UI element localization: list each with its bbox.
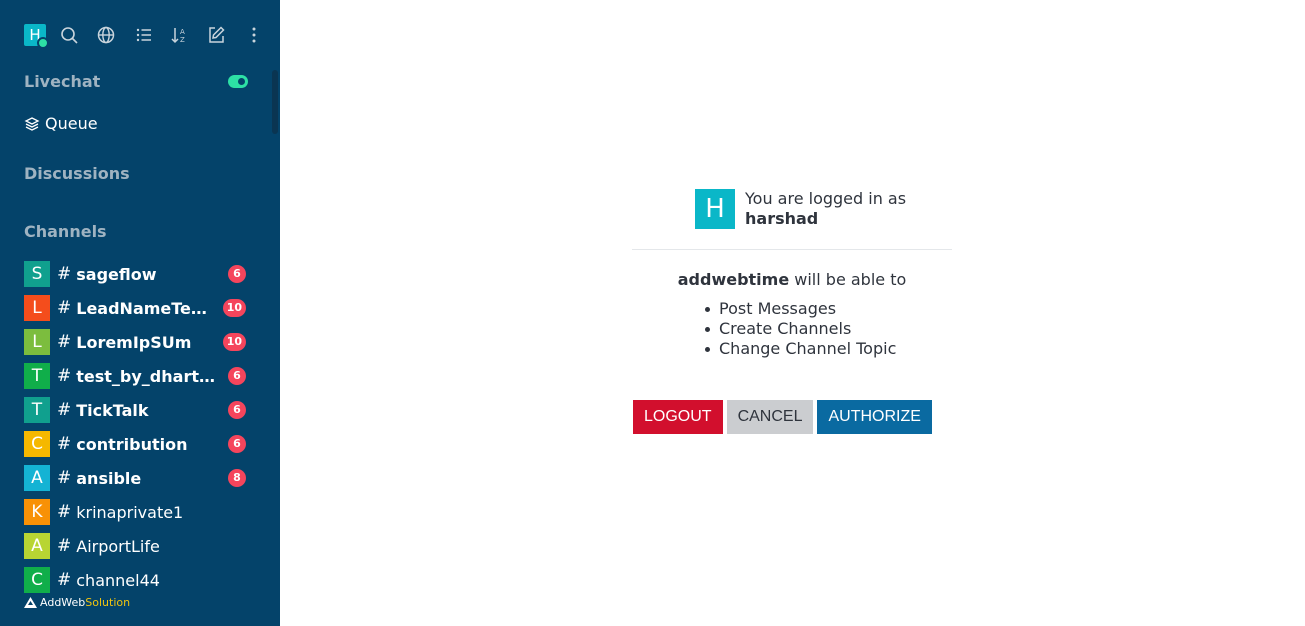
channel-hash-icon: # xyxy=(57,536,72,556)
logged-in-text: You are logged in as harshad xyxy=(745,189,906,229)
channel-name: LeadNameTest_1 xyxy=(76,298,217,318)
channel-item[interactable]: K # krinaprivate1 xyxy=(24,499,256,525)
search-icon[interactable] xyxy=(58,24,80,46)
channel-item[interactable]: A # AirportLife xyxy=(24,533,256,559)
livechat-title: Livechat xyxy=(24,72,101,91)
permission-item: Post Messages xyxy=(705,299,952,319)
channel-name: sageflow xyxy=(76,264,157,284)
divider xyxy=(632,249,952,250)
unread-badge: 6 xyxy=(228,265,246,283)
unread-badge: 10 xyxy=(222,299,246,317)
brand-main: AddWeb xyxy=(40,596,86,609)
channel-avatar: T xyxy=(24,363,50,389)
channel-avatar: L xyxy=(24,329,50,355)
unread-badge: 6 xyxy=(228,435,246,453)
permission-list: Post Messages Create Channels Change Cha… xyxy=(705,299,952,359)
create-new-icon[interactable] xyxy=(205,24,227,46)
channel-hash-icon: # xyxy=(57,400,72,420)
channel-name: LoremIpSUm xyxy=(76,332,192,352)
discussions-title[interactable]: Discussions xyxy=(24,164,130,183)
logged-in-username: harshad xyxy=(745,209,819,228)
logout-button[interactable]: LOGOUT xyxy=(633,400,723,434)
channel-hash-icon: # xyxy=(57,468,72,488)
channel-avatar: K xyxy=(24,499,50,525)
channel-hash-icon: # xyxy=(57,264,72,284)
channel-hash-icon: # xyxy=(57,332,72,352)
unread-badge: 6 xyxy=(228,401,246,419)
logged-in-label: You are logged in as xyxy=(745,189,907,208)
logged-in-avatar: H xyxy=(695,189,735,229)
channel-avatar: T xyxy=(24,397,50,423)
cancel-button[interactable]: CANCEL xyxy=(726,400,814,434)
sidebar: H AZ Livechat Queue Discussions Channels… xyxy=(0,0,280,626)
channel-avatar: A xyxy=(24,533,50,559)
channel-item[interactable]: L # LoremIpSUm 10 xyxy=(24,329,256,355)
channel-name: channel44 xyxy=(76,570,160,590)
unread-badge: 8 xyxy=(228,469,246,487)
permission-item: Change Channel Topic xyxy=(705,339,952,359)
channel-item[interactable]: C # contribution 6 xyxy=(24,431,256,457)
channel-avatar: C xyxy=(24,567,50,593)
channel-hash-icon: # xyxy=(57,502,72,522)
app-name: addwebtime xyxy=(677,270,790,289)
livechat-queue-item[interactable]: Queue xyxy=(24,114,98,133)
channel-item[interactable]: T # TickTalk 6 xyxy=(24,397,256,423)
channel-item[interactable]: L # LeadNameTest_1 10 xyxy=(24,295,256,321)
channel-hash-icon: # xyxy=(57,434,72,454)
channel-hash-icon: # xyxy=(57,298,72,318)
svg-text:A: A xyxy=(180,28,185,36)
channel-avatar: L xyxy=(24,295,50,321)
directory-icon[interactable] xyxy=(95,24,117,46)
oauth-authorize-panel: H You are logged in as harshad addwebtim… xyxy=(632,189,952,359)
view-mode-icon[interactable] xyxy=(133,24,155,46)
permission-intro: addwebtime will be able to xyxy=(632,270,952,289)
unread-badge: 10 xyxy=(222,333,246,351)
channel-hash-icon: # xyxy=(57,570,72,590)
logged-in-avatar-initial: H xyxy=(705,194,725,224)
channel-name: TickTalk xyxy=(76,400,149,420)
channel-item[interactable]: A # ansible 8 xyxy=(24,465,256,491)
permission-item: Create Channels xyxy=(705,319,952,339)
addweb-logo: AddWeb Solution xyxy=(24,596,130,609)
svg-text:Z: Z xyxy=(180,36,185,44)
channel-name: krinaprivate1 xyxy=(76,502,184,522)
channel-item[interactable]: S # sageflow 6 xyxy=(24,261,256,287)
addweb-logo-icon xyxy=(24,597,37,608)
channel-avatar: S xyxy=(24,261,50,287)
queue-label: Queue xyxy=(45,114,98,133)
channel-hash-icon: # xyxy=(57,366,72,386)
channel-name: ansible xyxy=(76,468,142,488)
unread-badge: 6 xyxy=(228,367,246,385)
authorize-button[interactable]: AUTHORIZE xyxy=(817,400,932,434)
logged-in-user: H You are logged in as harshad xyxy=(695,189,952,229)
user-avatar[interactable]: H xyxy=(24,24,49,49)
online-status-icon xyxy=(37,37,49,49)
channel-name: AirportLife xyxy=(76,536,160,556)
channel-avatar: C xyxy=(24,431,50,457)
channel-avatar: A xyxy=(24,465,50,491)
channels-title: Channels xyxy=(24,222,107,241)
channel-item[interactable]: T # test_by_dharti_… 6 xyxy=(24,363,256,389)
sort-icon[interactable]: AZ xyxy=(168,24,190,46)
livechat-status-toggle[interactable] xyxy=(228,75,248,88)
menu-icon[interactable] xyxy=(243,24,265,46)
channel-item[interactable]: C # channel44 xyxy=(24,567,256,593)
queue-icon xyxy=(24,116,40,131)
able-to-text: will be able to xyxy=(789,270,907,289)
auth-buttons: LOGOUT CANCEL AUTHORIZE xyxy=(633,400,936,434)
sidebar-scrollbar[interactable] xyxy=(272,70,278,134)
channel-name: test_by_dharti_… xyxy=(76,366,217,386)
sidebar-header: H xyxy=(24,24,49,49)
channel-name: contribution xyxy=(76,434,188,454)
brand-accent: Solution xyxy=(85,596,131,609)
